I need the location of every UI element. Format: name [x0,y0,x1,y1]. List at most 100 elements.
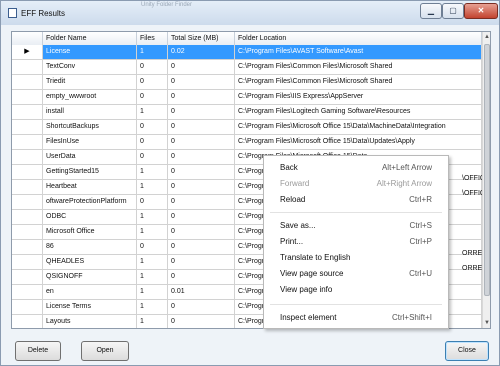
folder-name-cell[interactable]: UserData [43,150,137,165]
menu-item-reload[interactable]: Reload Ctrl+R [264,192,448,208]
scroll-thumb[interactable] [484,44,490,296]
files-cell[interactable]: 1 [137,105,168,120]
table-row[interactable]: TextConv 0 0 C:\Program Files\Common Files\… [12,60,482,75]
total-size-cell[interactable]: 0 [168,75,235,90]
total-size-cell[interactable]: 0.02 [168,45,235,60]
total-size-cell[interactable]: 0 [168,300,235,315]
row-selector[interactable] [12,60,43,75]
scroll-up-icon[interactable]: ▲ [483,32,490,42]
folder-name-cell[interactable]: 86 [43,240,137,255]
row-selector[interactable] [12,90,43,105]
open-button[interactable]: Open [81,341,129,361]
total-size-cell[interactable]: 0 [168,210,235,225]
folder-name-cell[interactable]: Heartbeat [43,180,137,195]
files-cell[interactable]: 0 [137,75,168,90]
table-row[interactable]: install 1 0 C:\Program Files\Logitech Gamin… [12,105,482,120]
close-icon[interactable]: ✕ [464,3,498,19]
files-cell[interactable]: 1 [137,45,168,60]
files-cell[interactable]: 0 [137,195,168,210]
total-size-cell[interactable]: 0 [168,105,235,120]
files-cell[interactable]: 1 [137,165,168,180]
header-folder-location[interactable]: Folder Location [235,32,482,45]
folder-name-cell[interactable]: Layouts [43,315,137,328]
folder-name-cell[interactable]: FilesInUse [43,135,137,150]
files-cell[interactable]: 1 [137,315,168,328]
folder-name-cell[interactable]: ODBC [43,210,137,225]
files-cell[interactable]: 0 [137,135,168,150]
total-size-cell[interactable]: 0 [168,90,235,105]
table-row[interactable]: FilesInUse 0 0 C:\Program Files\Microsoft O… [12,135,482,150]
total-size-cell[interactable]: 0 [168,225,235,240]
folder-location-cell[interactable]: C:\Program Files\Microsoft Office 15\Dat… [235,120,482,135]
folder-name-cell[interactable]: install [43,105,137,120]
folder-name-cell[interactable]: License [43,45,137,60]
total-size-cell[interactable]: 0 [168,120,235,135]
folder-location-cell[interactable]: C:\Program Files\Logitech Gaming Softwar… [235,105,482,120]
row-selector[interactable]: ▶ [12,45,43,60]
row-selector[interactable] [12,270,43,285]
row-selector[interactable] [12,300,43,315]
total-size-cell[interactable]: 0 [168,135,235,150]
total-size-cell[interactable]: 0.01 [168,285,235,300]
row-selector[interactable] [12,165,43,180]
menu-item-translate[interactable]: Translate to English [264,250,448,266]
menu-item-inspect[interactable]: Inspect element Ctrl+Shift+I [264,310,448,326]
row-selector[interactable] [12,180,43,195]
table-row[interactable]: empty_wwwroot 0 0 C:\Program Files\IIS Expr… [12,90,482,105]
folder-name-cell[interactable]: QSIGNOFF [43,270,137,285]
minimize-icon[interactable]: ▁ [420,3,442,19]
folder-name-cell[interactable]: empty_wwwroot [43,90,137,105]
menu-item-view-source[interactable]: View page source Ctrl+U [264,266,448,282]
files-cell[interactable]: 1 [137,270,168,285]
folder-name-cell[interactable]: Triedit [43,75,137,90]
row-selector[interactable] [12,285,43,300]
files-cell[interactable]: 0 [137,120,168,135]
files-cell[interactable]: 1 [137,285,168,300]
folder-name-cell[interactable]: TextConv [43,60,137,75]
folder-name-cell[interactable]: License Terms [43,300,137,315]
total-size-cell[interactable]: 0 [168,165,235,180]
row-selector[interactable] [12,240,43,255]
files-cell[interactable]: 0 [137,150,168,165]
row-selector[interactable] [12,150,43,165]
row-selector[interactable] [12,210,43,225]
files-cell[interactable]: 0 [137,240,168,255]
files-cell[interactable]: 1 [137,225,168,240]
row-selector[interactable] [12,315,43,328]
total-size-cell[interactable]: 0 [168,255,235,270]
folder-location-cell[interactable]: C:\Program Files\Common Files\Microsoft … [235,60,482,75]
folder-location-cell[interactable]: C:\Program Files\AVAST Software\Avast [235,45,482,60]
header-folder-name[interactable]: Folder Name [43,32,137,45]
files-cell[interactable]: 1 [137,300,168,315]
menu-item-page-info[interactable]: View page info [264,282,448,298]
row-selector[interactable] [12,75,43,90]
total-size-cell[interactable]: 0 [168,240,235,255]
row-selector[interactable] [12,120,43,135]
folder-name-cell[interactable]: Microsoft Office [43,225,137,240]
maximize-icon[interactable]: ▢ [442,3,464,19]
files-cell[interactable]: 1 [137,255,168,270]
folder-location-cell[interactable]: C:\Program Files\Microsoft Office 15\Dat… [235,135,482,150]
table-row[interactable]: ShortcutBackups 0 0 C:\Program Files\Micros… [12,120,482,135]
menu-item-save-as[interactable]: Save as... Ctrl+S [264,218,448,234]
row-selector[interactable] [12,105,43,120]
menu-item-forward[interactable]: Forward Alt+Right Arrow [264,176,448,192]
close-button[interactable]: Close [445,341,489,361]
row-selector[interactable] [12,195,43,210]
total-size-cell[interactable]: 0 [168,270,235,285]
title-bar[interactable]: EFF Results Unity Folder Finder ▁ ▢ ✕ [1,1,499,25]
folder-name-cell[interactable]: ShortcutBackups [43,120,137,135]
files-cell[interactable]: 1 [137,180,168,195]
folder-name-cell[interactable]: oftwareProtectionPlatform [43,195,137,210]
folder-location-cell[interactable]: C:\Program Files\IIS Express\AppServer [235,90,482,105]
vertical-scrollbar[interactable]: ▲ ▼ [482,32,490,328]
folder-name-cell[interactable]: GettingStarted15 [43,165,137,180]
header-total-size[interactable]: Total Size (MB) [168,32,235,45]
delete-button[interactable]: Delete [15,341,61,361]
scroll-down-icon[interactable]: ▼ [483,318,490,328]
folder-name-cell[interactable]: en [43,285,137,300]
folder-name-cell[interactable]: QHEADLES [43,255,137,270]
files-cell[interactable]: 1 [137,210,168,225]
total-size-cell[interactable]: 0 [168,180,235,195]
total-size-cell[interactable]: 0 [168,315,235,328]
